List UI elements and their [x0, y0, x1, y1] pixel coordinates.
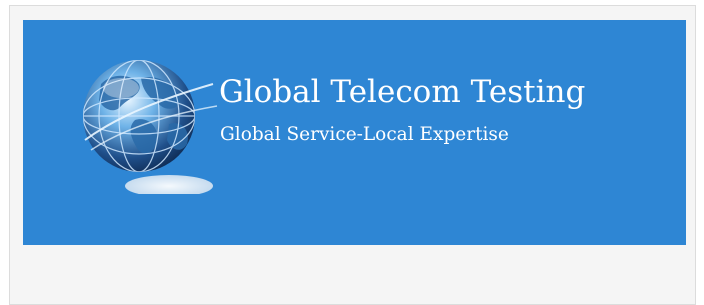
company-logo-banner[interactable]: Global Telecom Testing Global Service-Lo… — [23, 20, 686, 245]
company-name: Global Telecom Testing — [219, 74, 586, 110]
company-tagline: Global Service-Local Expertise — [220, 124, 509, 145]
globe-icon — [83, 60, 218, 194]
